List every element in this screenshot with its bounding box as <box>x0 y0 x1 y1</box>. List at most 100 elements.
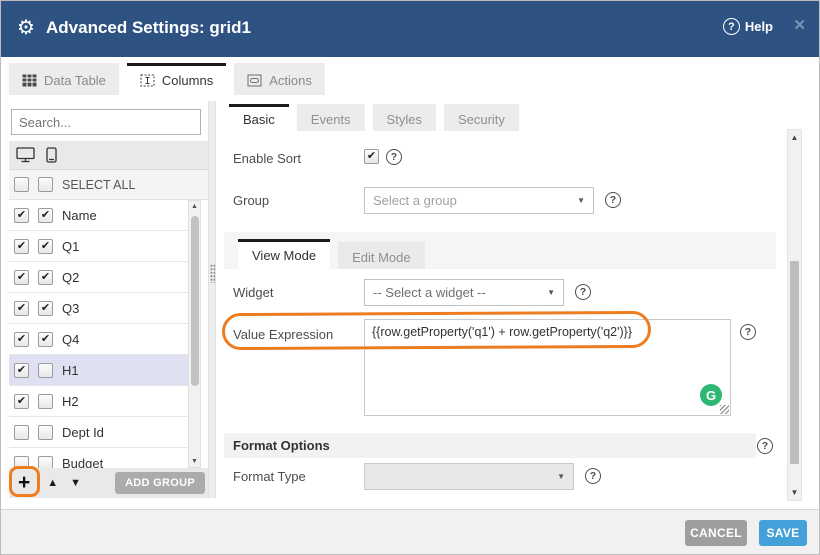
move-down-button[interactable]: ▼ <box>70 477 81 489</box>
list-item-label: H2 <box>62 394 79 409</box>
columns-sidebar: SELECT ALL ✔ ✔ Name ✔ ✔ Q1 ✔ ✔ Q2 ✔ ✔ Q3 ✔ ✔ Q4 ✔ H1 ✔ H2 D… <box>9 101 208 498</box>
splitter-grip-icon <box>210 264 215 283</box>
widget-label: Widget <box>233 285 273 300</box>
cancel-button[interactable]: CANCEL <box>685 520 747 546</box>
scroll-down-icon[interactable]: ▼ <box>189 458 200 465</box>
columns-icon <box>140 74 155 87</box>
mobile-checkbox[interactable]: ✔ <box>38 270 53 285</box>
desktop-checkbox[interactable] <box>14 456 29 469</box>
list-item-label: Name <box>62 208 97 223</box>
tab-styles[interactable]: Styles <box>373 104 436 131</box>
tab-data-table[interactable]: Data Table <box>9 63 119 95</box>
list-item-label: Q1 <box>62 239 79 254</box>
desktop-checkbox[interactable]: ✔ <box>14 239 29 254</box>
list-item[interactable]: ✔ ✔ Q2 <box>9 262 201 293</box>
save-button[interactable]: SAVE <box>759 520 807 546</box>
format-options-help-icon[interactable]: ? <box>757 438 773 454</box>
tab-basic[interactable]: Basic <box>229 104 289 131</box>
chevron-down-icon: ▼ <box>557 472 565 481</box>
mobile-checkbox[interactable] <box>38 394 53 409</box>
mobile-checkbox[interactable] <box>38 363 53 378</box>
tab-columns-label: Columns <box>162 73 213 88</box>
close-icon[interactable]: ✕ <box>793 16 806 34</box>
check-icon: ✔ <box>367 151 376 162</box>
group-select-value: Select a group <box>373 193 457 208</box>
list-item-label: H1 <box>62 363 79 378</box>
desktop-checkbox[interactable] <box>14 425 29 440</box>
mobile-checkbox[interactable] <box>38 425 53 440</box>
move-up-button[interactable]: ▲ <box>47 477 58 489</box>
list-item[interactable]: ✔ ✔ Q3 <box>9 293 201 324</box>
desktop-checkbox[interactable]: ✔ <box>14 363 29 378</box>
desktop-checkbox[interactable]: ✔ <box>14 301 29 316</box>
tab-security[interactable]: Security <box>444 104 519 131</box>
actions-icon <box>247 74 262 87</box>
list-item-label: Q4 <box>62 332 79 347</box>
chevron-down-icon: ▼ <box>547 288 555 297</box>
gear-icon: ⚙ <box>17 17 35 39</box>
list-item[interactable]: ✔ ✔ Name <box>9 200 201 231</box>
list-item[interactable]: ✔ H2 <box>9 386 201 417</box>
add-column-button[interactable]: + <box>18 473 30 493</box>
desktop-icon <box>16 147 35 163</box>
format-type-label: Format Type <box>233 469 306 484</box>
mobile-checkbox[interactable]: ✔ <box>38 332 53 347</box>
scroll-down-icon[interactable]: ▼ <box>788 488 801 497</box>
help-label: Help <box>745 19 773 34</box>
list-item-label: Q2 <box>62 270 79 285</box>
help-button[interactable]: ? Help <box>723 18 773 35</box>
scroll-up-icon[interactable]: ▲ <box>189 203 200 210</box>
tab-columns[interactable]: Columns <box>127 63 226 95</box>
scrollbar-thumb[interactable] <box>790 261 799 464</box>
list-item[interactable]: ✔ ✔ Q1 <box>9 231 201 262</box>
tab-events[interactable]: Events <box>297 104 365 131</box>
textarea-resize-handle[interactable] <box>720 405 729 414</box>
panel-scrollbar[interactable]: ▲ ▼ <box>787 129 802 501</box>
tab-view-mode[interactable]: View Mode <box>238 239 330 269</box>
desktop-checkbox[interactable]: ✔ <box>14 394 29 409</box>
format-options-header: Format Options <box>224 433 756 458</box>
enable-sort-checkbox[interactable]: ✔ <box>364 149 379 164</box>
search-input[interactable] <box>12 115 202 130</box>
widget-select[interactable]: -- Select a widget -- ▼ <box>364 279 564 306</box>
list-item[interactable]: ✔ ✔ Q4 <box>9 324 201 355</box>
group-help-icon[interactable]: ? <box>605 192 621 208</box>
panel-splitter[interactable] <box>208 101 216 498</box>
list-item-label: Q3 <box>62 301 79 316</box>
mobile-checkbox[interactable]: ✔ <box>38 208 53 223</box>
enable-sort-help-icon[interactable]: ? <box>386 149 402 165</box>
desktop-checkbox[interactable]: ✔ <box>14 208 29 223</box>
format-type-select[interactable]: ▼ <box>364 463 574 490</box>
title-bar: ⚙ Advanced Settings: grid1 ? Help ✕ <box>1 1 819 57</box>
list-item[interactable]: Budget <box>9 448 201 468</box>
tab-actions[interactable]: Actions <box>234 63 325 95</box>
column-settings-panel: Basic Events Styles Security Enable Sort… <box>216 101 816 509</box>
column-list: ✔ ✔ Name ✔ ✔ Q1 ✔ ✔ Q2 ✔ ✔ Q3 ✔ ✔ Q4 ✔ H1 ✔ H2 Dept Id Budge… <box>9 200 201 468</box>
dialog-footer: CANCEL SAVE <box>1 509 819 555</box>
list-item-label: Budget <box>62 456 103 469</box>
mobile-checkbox[interactable] <box>38 456 53 469</box>
column-list-scrollbar[interactable]: ▲ ▼ <box>188 200 201 468</box>
add-group-button[interactable]: ADD GROUP <box>115 472 205 494</box>
mobile-checkbox[interactable]: ✔ <box>38 239 53 254</box>
select-all-row[interactable]: SELECT ALL <box>9 170 208 200</box>
list-item[interactable]: Dept Id <box>9 417 201 448</box>
list-item[interactable]: ✔ H1 <box>9 355 201 386</box>
desktop-checkbox[interactable]: ✔ <box>14 332 29 347</box>
tab-data-table-label: Data Table <box>44 73 106 88</box>
select-all-desktop-checkbox[interactable] <box>14 177 29 192</box>
tab-edit-mode[interactable]: Edit Mode <box>338 242 425 269</box>
desktop-checkbox[interactable]: ✔ <box>14 270 29 285</box>
value-expression-input[interactable]: {{row.getProperty('q1') + row.getPropert… <box>364 319 731 416</box>
format-options-label: Format Options <box>233 438 330 453</box>
value-expression-help-icon[interactable]: ? <box>740 324 756 340</box>
format-type-help-icon[interactable]: ? <box>585 468 601 484</box>
dialog-title: Advanced Settings: grid1 <box>46 18 251 38</box>
widget-help-icon[interactable]: ? <box>575 284 591 300</box>
mobile-checkbox[interactable]: ✔ <box>38 301 53 316</box>
scroll-up-icon[interactable]: ▲ <box>788 133 801 142</box>
help-icon: ? <box>723 18 740 35</box>
scrollbar-thumb[interactable] <box>191 216 199 386</box>
group-select[interactable]: Select a group ▼ <box>364 187 594 214</box>
select-all-mobile-checkbox[interactable] <box>38 177 53 192</box>
